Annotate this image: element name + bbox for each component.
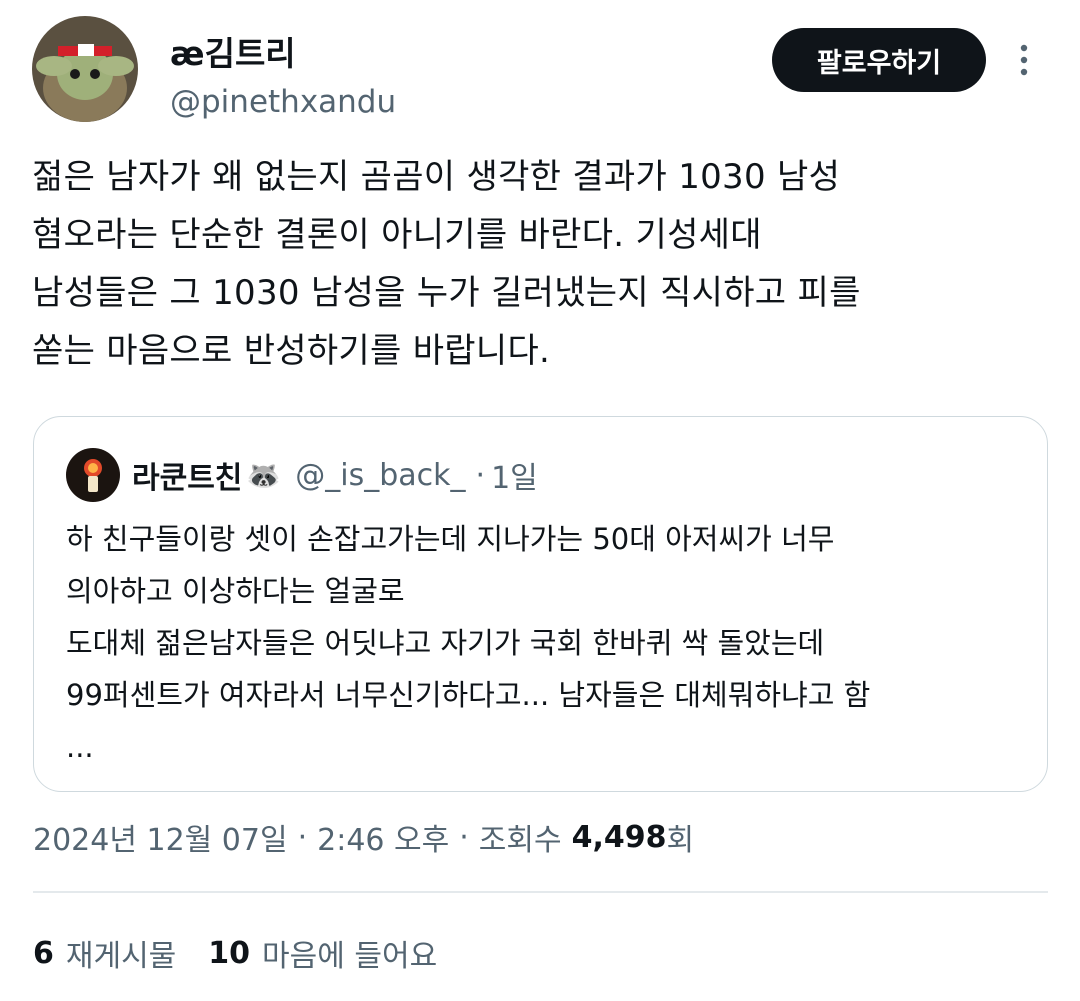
author-handle[interactable]: @pinethxandu [170, 82, 396, 122]
likes-stat[interactable]: 10 마음에 들어요 [208, 931, 437, 975]
views-suffix: 회 [666, 823, 695, 858]
tweet-time[interactable]: 2:46 오후 [317, 815, 449, 859]
follow-button[interactable]: 팔로우하기 [772, 28, 986, 92]
quote-avatar [66, 448, 120, 502]
likes-label: 마음에 들어요 [262, 939, 438, 974]
quote-separator: · [475, 457, 486, 493]
views-count: 4,498 [571, 819, 667, 855]
tweet-metadata: 2024년 12월 07일 · 2:46 오후 · 조회수 4,498 회 [33, 810, 694, 864]
reposts-count: 6 [33, 935, 54, 971]
likes-count: 10 [208, 935, 251, 971]
raccoon-emoji-icon: 🦝 [246, 458, 282, 492]
tweet-author-row: æ김트리 @pinethxandu 팔로우하기 [32, 16, 1052, 124]
quote-tweet-card[interactable]: 라쿤트친 🦝 @_is_back_ · 1일 하 친구들이랑 셋이 손잡고가는데… [33, 416, 1048, 792]
quote-author-name: 라쿤트친 [132, 461, 243, 496]
engagement-stats: 6 재게시물 10 마음에 들어요 [33, 928, 469, 978]
meta-separator: · [459, 819, 469, 855]
tweet-text: 젊은 남자가 왜 없는지 곰곰이 생각한 결과가 1030 남성 혐오라는 단순… [32, 157, 861, 371]
author-meta: æ김트리 @pinethxandu [170, 34, 396, 122]
reposts-label: 재게시물 [65, 939, 177, 974]
quote-timestamp: 1일 [491, 461, 538, 496]
divider [33, 891, 1048, 893]
author-display-name[interactable]: æ김트리 [170, 34, 396, 74]
views-label: 조회수 [478, 823, 562, 858]
author-avatar[interactable] [32, 16, 138, 122]
quote-text: 하 친구들이랑 셋이 손잡고가는데 지나가는 50대 아저씨가 너무 의아하고 … [66, 522, 871, 764]
quote-author-handle: @_is_back_ [295, 457, 466, 493]
tweet-date[interactable]: 2024년 12월 07일 [33, 815, 288, 859]
reposts-stat[interactable]: 6 재게시물 [33, 931, 176, 975]
meta-separator: · [297, 819, 308, 855]
more-vertical-icon[interactable] [1010, 40, 1038, 80]
quote-header: 라쿤트친 🦝 @_is_back_ · 1일 [66, 447, 538, 503]
